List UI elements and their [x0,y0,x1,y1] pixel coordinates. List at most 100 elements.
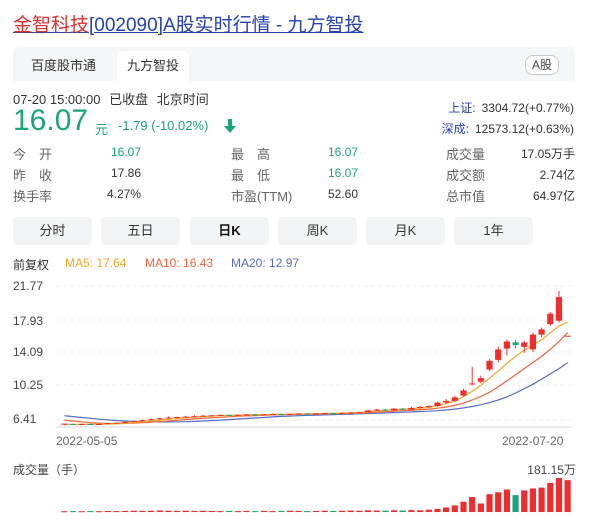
candle-body [521,342,528,347]
volume-bar [122,510,129,512]
candle-body [460,390,467,396]
volume-bar [469,497,476,512]
volume-bar [156,510,163,512]
candle-body [104,423,111,425]
volume-bar [347,510,354,512]
volume-bar [182,510,189,512]
volume-bar [269,511,276,513]
volume-bar [113,511,120,513]
candle-body [278,414,285,415]
volume-bar [399,510,406,512]
candle-body [61,423,68,425]
volume-bar [338,510,346,512]
volume-bar [130,510,137,512]
volume-bar [278,510,285,512]
volume-bar [78,511,85,513]
volume-bar [555,478,563,512]
volume-max-label: 181.15万 [527,463,576,477]
candle-body [78,424,85,425]
volume-bar [356,510,363,512]
volume-bar [226,510,233,512]
candle-body [243,414,250,416]
volume-bar [364,510,372,512]
candle-body [139,420,146,422]
candle-body [87,424,94,425]
volume-bar [391,510,398,512]
volume-bar [87,511,94,513]
volume-bar [312,510,320,512]
candle-body [477,378,484,382]
candle-body [122,421,129,423]
candle-body [295,413,302,415]
candle-body [434,402,441,407]
candle-body [226,414,233,416]
volume-bar [521,490,528,512]
candle-body [174,417,181,418]
volume-bar [69,511,77,513]
candle-body [408,407,415,410]
candle-body [373,409,380,411]
candle-body [269,414,276,415]
candle-body [382,409,389,411]
candle-body [391,408,398,411]
volume-bar [243,510,250,512]
candle-body [69,424,77,425]
candle-body [156,418,163,420]
volume-bar [495,492,502,512]
volume-bar [477,503,484,512]
candle-body [165,417,172,419]
volume-bar [252,511,259,513]
candle-body [260,414,267,416]
volume-bar [295,510,302,512]
volume-bar [512,495,519,512]
volume-bar [148,510,155,512]
volume-bar [208,510,215,512]
volume-bar [234,511,241,513]
volume-bar [434,509,441,512]
kline-chart[interactable] [0,0,592,522]
volume-bar [538,487,545,512]
volume-bar [104,510,111,512]
candle-body [304,413,311,415]
candle-body [130,421,137,422]
volume-bar [217,511,224,513]
candle-body [486,360,493,370]
volume-bar [547,482,554,512]
candle-body [191,416,198,418]
volume-bar [321,510,328,512]
volume-bar [95,511,103,513]
candle-body [234,414,241,416]
volume-bar [529,488,536,512]
candle-body [425,406,432,408]
candle-body [286,414,293,415]
volume-bar [425,509,432,512]
candle-body [113,422,120,424]
candle-body [347,412,354,414]
volume-bar [503,489,510,512]
volume-bar [382,510,389,512]
candle-body [356,412,363,414]
volume-bar [443,507,450,512]
candle-body [538,329,545,335]
volume-bar [330,510,337,512]
volume-bar [373,510,380,512]
volume-bar [460,501,467,512]
candle-body [208,415,215,417]
volume-bar [486,494,493,512]
volume-label: 成交量（手） [13,463,86,477]
volume-bar [174,510,181,512]
candle-body [512,342,519,345]
ma5-line [64,321,568,425]
candle-body [252,414,259,416]
volume-bar [451,505,458,512]
candle-body [555,297,563,321]
candle-body [95,424,103,425]
candle-body [321,413,328,415]
candle-body [148,419,155,421]
volume-bar [417,510,424,512]
volume-bar [304,511,311,513]
candle-body [417,407,424,408]
candle-body [364,410,372,413]
volume-bar [564,480,571,512]
volume-bar [200,510,207,512]
